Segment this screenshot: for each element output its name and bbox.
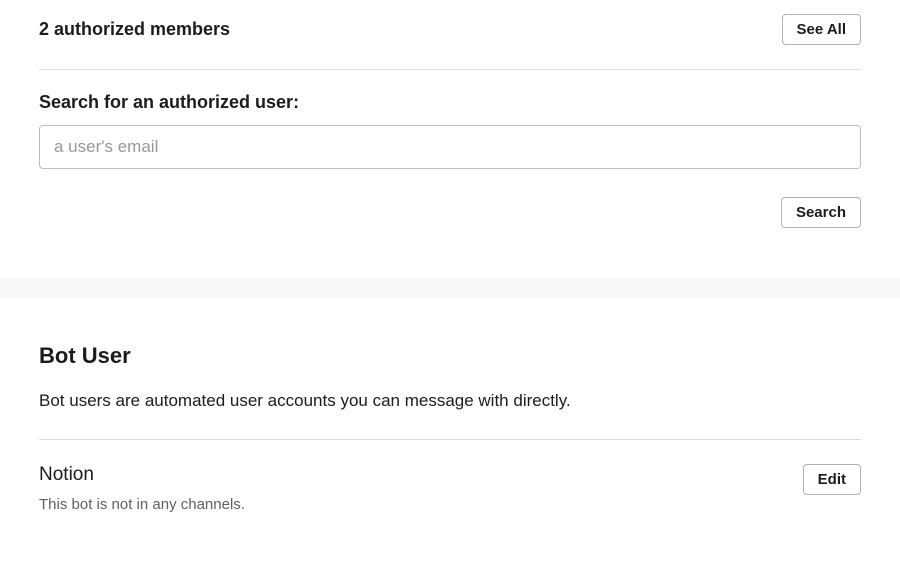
search-input[interactable]	[39, 125, 861, 169]
see-all-button[interactable]: See All	[782, 14, 861, 45]
bot-user-description: Bot users are automated user accounts yo…	[39, 391, 861, 411]
bot-name: Notion	[39, 464, 245, 486]
bot-status: This bot is not in any channels.	[39, 496, 245, 513]
search-button[interactable]: Search	[781, 197, 861, 228]
search-button-row: Search	[39, 197, 861, 228]
bot-info: Notion This bot is not in any channels.	[39, 464, 245, 513]
authorized-members-section: 2 authorized members See All Search for …	[0, 0, 900, 278]
bot-user-heading: Bot User	[39, 343, 861, 369]
search-block: Search for an authorized user: Search	[39, 70, 861, 228]
bot-row: Notion This bot is not in any channels. …	[39, 440, 861, 513]
authorized-count-label: 2 authorized members	[39, 19, 230, 40]
section-gap	[0, 278, 900, 298]
bot-user-section: Bot User Bot users are automated user ac…	[0, 298, 900, 513]
search-label: Search for an authorized user:	[39, 92, 861, 113]
edit-button[interactable]: Edit	[803, 464, 861, 495]
authorized-header-row: 2 authorized members See All	[39, 14, 861, 69]
